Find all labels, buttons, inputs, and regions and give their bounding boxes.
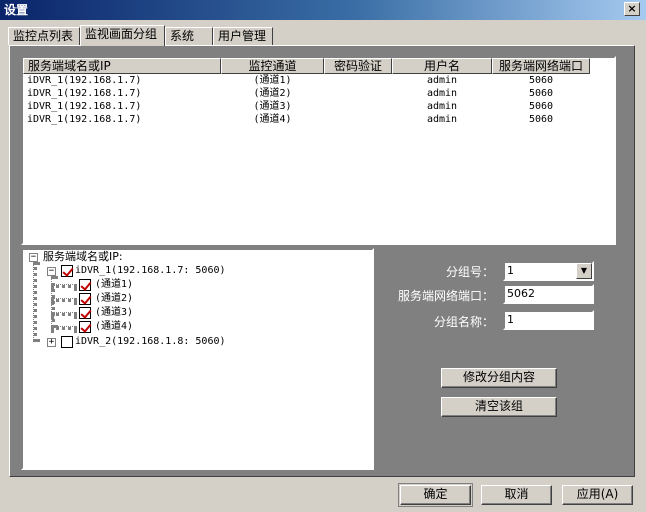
cell-server: iDVR_1(192.168.1.7) (27, 114, 142, 125)
checkbox-checked-icon[interactable] (79, 293, 91, 305)
group-number-label: 分组号： (445, 265, 494, 279)
tab-monitor-list[interactable]: 监控点列表 (8, 27, 80, 45)
tree-node-label: (通道3) (95, 307, 134, 318)
window-title: 设置 (4, 3, 29, 17)
group-number-select[interactable]: 1 ▼ (503, 261, 594, 281)
tab-system[interactable]: 系统 (165, 27, 213, 45)
tree-connector (51, 312, 77, 316)
cell-username: admin (426, 88, 458, 99)
tree-node-idvr1[interactable]: − iDVR_1(192.168.1.7: 5060) (45, 264, 365, 278)
group-name-input[interactable]: 1 (503, 310, 594, 330)
ok-button[interactable]: 确定 (398, 483, 473, 507)
tree-node-idvr2[interactable]: + iDVR_2(192.168.1.8: 5060) (45, 335, 365, 349)
list-header: 服务端域名或IP 监控通道 密码验证 用户名 服务端网络端口 (23, 58, 614, 74)
cell-port: 5060 (528, 101, 554, 112)
tree-connector (51, 326, 77, 330)
cell-username: admin (426, 101, 458, 112)
collapse-icon[interactable]: − (47, 267, 56, 276)
tree-connector (51, 284, 77, 288)
tree-node-channel3[interactable]: (通道3) (79, 306, 199, 320)
checkbox-checked-icon[interactable] (79, 307, 91, 319)
channel-list[interactable]: 服务端域名或IP 监控通道 密码验证 用户名 服务端网络端口 iDVR_1(19… (21, 56, 616, 245)
tree-node-channel1[interactable]: (通道1) (79, 278, 199, 292)
cell-username: admin (426, 75, 458, 86)
close-button[interactable]: × (624, 2, 640, 16)
table-row[interactable]: iDVR_1(192.168.1.7) (通道3) admin 5060 (23, 100, 614, 113)
checkbox-unchecked-icon[interactable] (61, 336, 73, 348)
clear-group-button[interactable]: 清空该组 (441, 397, 557, 417)
column-channel[interactable]: 监控通道 (221, 58, 324, 74)
tree-node-label: iDVR_1(192.168.1.7: 5060) (75, 265, 226, 276)
tree-node-label: (通道2) (95, 293, 134, 304)
cell-channel: (通道1) (253, 75, 292, 86)
column-port[interactable]: 服务端网络端口 (492, 58, 590, 74)
checkbox-checked-icon[interactable] (61, 265, 73, 277)
list-rows: iDVR_1(192.168.1.7) (通道1) admin 5060 iDVR_1(… (23, 74, 614, 126)
collapse-icon[interactable]: − (29, 253, 38, 262)
checkbox-checked-icon[interactable] (79, 279, 91, 291)
cell-server: iDVR_1(192.168.1.7) (27, 101, 142, 112)
group-name-label: 分组名称： (433, 315, 494, 329)
chevron-down-icon[interactable]: ▼ (576, 263, 592, 279)
tree-node-label: (通道4) (95, 321, 134, 332)
tree-node-channel2[interactable]: (通道2) (79, 292, 199, 306)
table-row[interactable]: iDVR_1(192.168.1.7) (通道4) admin 5060 (23, 113, 614, 126)
tree-connector (51, 298, 77, 302)
tree-connector (33, 262, 37, 342)
expand-icon[interactable]: + (47, 338, 56, 347)
cell-server: iDVR_1(192.168.1.7) (27, 88, 142, 99)
column-server[interactable]: 服务端域名或IP (23, 58, 221, 74)
table-row[interactable]: iDVR_1(192.168.1.7) (通道2) admin 5060 (23, 87, 614, 100)
column-username[interactable]: 用户名 (392, 58, 492, 74)
server-port-label: 服务端网络端口： (397, 289, 494, 303)
cell-port: 5060 (528, 75, 554, 86)
tree-root-label: 服务端域名或IP: (43, 250, 123, 263)
cell-channel: (通道2) (253, 88, 292, 99)
server-port-input[interactable]: 5062 (503, 284, 594, 304)
tree-node-label: iDVR_2(192.168.1.8: 5060) (75, 336, 226, 347)
modify-group-button[interactable]: 修改分组内容 (441, 368, 557, 388)
cell-server: iDVR_1(192.168.1.7) (27, 75, 142, 86)
cell-port: 5060 (528, 114, 554, 125)
table-row[interactable]: iDVR_1(192.168.1.7) (通道1) admin 5060 (23, 74, 614, 87)
cell-port: 5060 (528, 88, 554, 99)
tree-node-label: (通道1) (95, 279, 134, 290)
group-number-value: 1 (507, 264, 514, 277)
tab-view-groups[interactable]: 监视画面分组 (80, 25, 165, 46)
cell-channel: (通道4) (253, 114, 292, 125)
tab-user-management[interactable]: 用户管理 (213, 27, 273, 45)
cancel-button[interactable]: 取消 (481, 485, 552, 505)
column-password[interactable]: 密码验证 (324, 58, 392, 74)
apply-button[interactable]: 应用(A) (562, 485, 633, 505)
tree-node-channel4[interactable]: (通道4) (79, 320, 199, 334)
server-tree[interactable]: − 服务端域名或IP: − iDVR_1(192.168.1.7: 5060) … (21, 248, 374, 470)
cell-channel: (通道3) (253, 101, 292, 112)
tree-root[interactable]: − 服务端域名或IP: (27, 250, 367, 264)
cell-username: admin (426, 114, 458, 125)
checkbox-checked-icon[interactable] (79, 321, 91, 333)
title-bar: 设置 × (0, 0, 646, 20)
